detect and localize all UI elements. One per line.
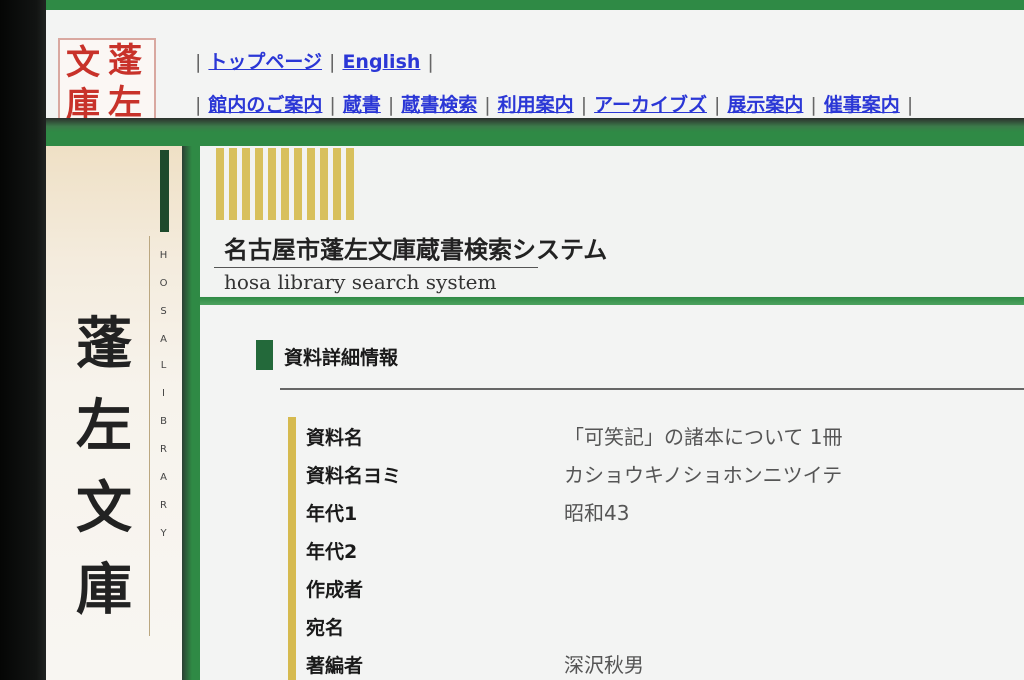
system-banner: 名古屋市蓬左文庫蔵書検索システム hosa library search sys…: [200, 146, 1024, 296]
detail-value: 昭和43: [564, 501, 630, 525]
title-underline: [214, 267, 538, 268]
sidebar-rule: [149, 236, 150, 636]
detail-row: 著編者 深沢秋男: [306, 651, 1006, 680]
top-nav: | トップページ | English |: [195, 51, 434, 73]
detail-row: 資料名ヨミ カショウキノショホンニツイテ: [306, 461, 1006, 499]
detail-table: 資料名 「可笑記」の諸本について 1冊 資料名ヨミ カショウキノショホンニツイテ…: [306, 423, 1006, 680]
nav-link-usage[interactable]: 利用案内: [498, 94, 574, 116]
detail-label: 年代1: [306, 503, 358, 525]
header-divider: [46, 118, 1024, 132]
section-marker: [256, 340, 273, 370]
system-title-english: hosa library search system: [224, 270, 497, 294]
banner-divider: [200, 297, 1024, 305]
detail-row: 宛名: [306, 613, 1006, 651]
main-nav: | 館内のご案内 | 蔵書 | 蔵書検索 | 利用案内 | アーカイブズ | 展示案内 | 催事案内 |: [195, 94, 914, 116]
monitor-bezel: [0, 0, 52, 680]
main-panel: 名古屋市蓬左文庫蔵書検索システム hosa library search sys…: [200, 146, 1024, 680]
detail-label: 著編者: [306, 655, 364, 677]
logo-char: 文: [66, 43, 100, 83]
sidebar-kanji: 左: [76, 393, 132, 459]
nav-link-collection[interactable]: 蔵書: [343, 94, 381, 116]
detail-accent-bar: [288, 417, 296, 680]
section-rule: [280, 388, 1024, 390]
logo-char: 蓬: [108, 41, 142, 81]
detail-content: 資料詳細情報 資料名 「可笑記」の諸本について 1冊 資料名ヨミ カショウキノシ…: [200, 305, 1024, 680]
logo-char: 庫: [66, 85, 100, 125]
section-title: 資料詳細情報: [284, 347, 399, 369]
detail-value: 深沢秋男: [564, 653, 644, 677]
detail-label: 作成者: [306, 579, 364, 601]
browser-screen: 文 蓬 庫 左 | トップページ | English | | 館内のご案内 | 蔵書 | 蔵書検索…: [46, 0, 1024, 680]
detail-label: 資料名: [306, 427, 364, 449]
system-title-japanese: 名古屋市蓬左文庫蔵書検索システム: [224, 235, 608, 264]
gold-stripes-decoration: [216, 148, 356, 220]
detail-row: 年代2: [306, 537, 1006, 575]
nav-link-catalog-search[interactable]: 蔵書検索: [401, 94, 477, 116]
logo-char: 左: [108, 83, 142, 123]
detail-row: 資料名 「可笑記」の諸本について 1冊: [306, 423, 1006, 461]
detail-value: カショウキノショホンニツイテ: [564, 463, 843, 487]
sidebar-divider: [182, 146, 200, 680]
sidebar-accent: [160, 150, 169, 232]
site-header: 文 蓬 庫 左 | トップページ | English | | 館内のご案内 | 蔵書 | 蔵書検索…: [46, 0, 1024, 132]
sidebar-kanji: 蓬: [76, 311, 132, 377]
sidebar-kanji-title: 蓬 左 文 庫: [64, 316, 144, 644]
detail-label: 宛名: [306, 617, 345, 639]
detail-value: 「可笑記」の諸本について 1冊: [564, 425, 843, 449]
left-sidebar: H O S A L I B R A R Y 蓬 左 文 庫: [46, 146, 182, 680]
nav-link-events[interactable]: 催事案内: [824, 94, 900, 116]
sidebar-kanji: 庫: [76, 557, 132, 623]
nav-link-top-page[interactable]: トップページ: [208, 51, 322, 73]
vertical-library-text: H O S A L I B R A R Y: [159, 250, 169, 539]
nav-link-exhibitions[interactable]: 展示案内: [727, 94, 803, 116]
sidebar-kanji: 文: [76, 475, 132, 541]
nav-link-guide[interactable]: 館内のご案内: [208, 94, 322, 116]
detail-label: 資料名ヨミ: [306, 465, 402, 487]
green-band: [46, 132, 1024, 146]
nav-link-archives[interactable]: アーカイブズ: [594, 94, 707, 116]
nav-link-english[interactable]: English: [342, 51, 420, 73]
detail-row: 作成者: [306, 575, 1006, 613]
detail-row: 年代1 昭和43: [306, 499, 1006, 537]
detail-label: 年代2: [306, 541, 358, 563]
